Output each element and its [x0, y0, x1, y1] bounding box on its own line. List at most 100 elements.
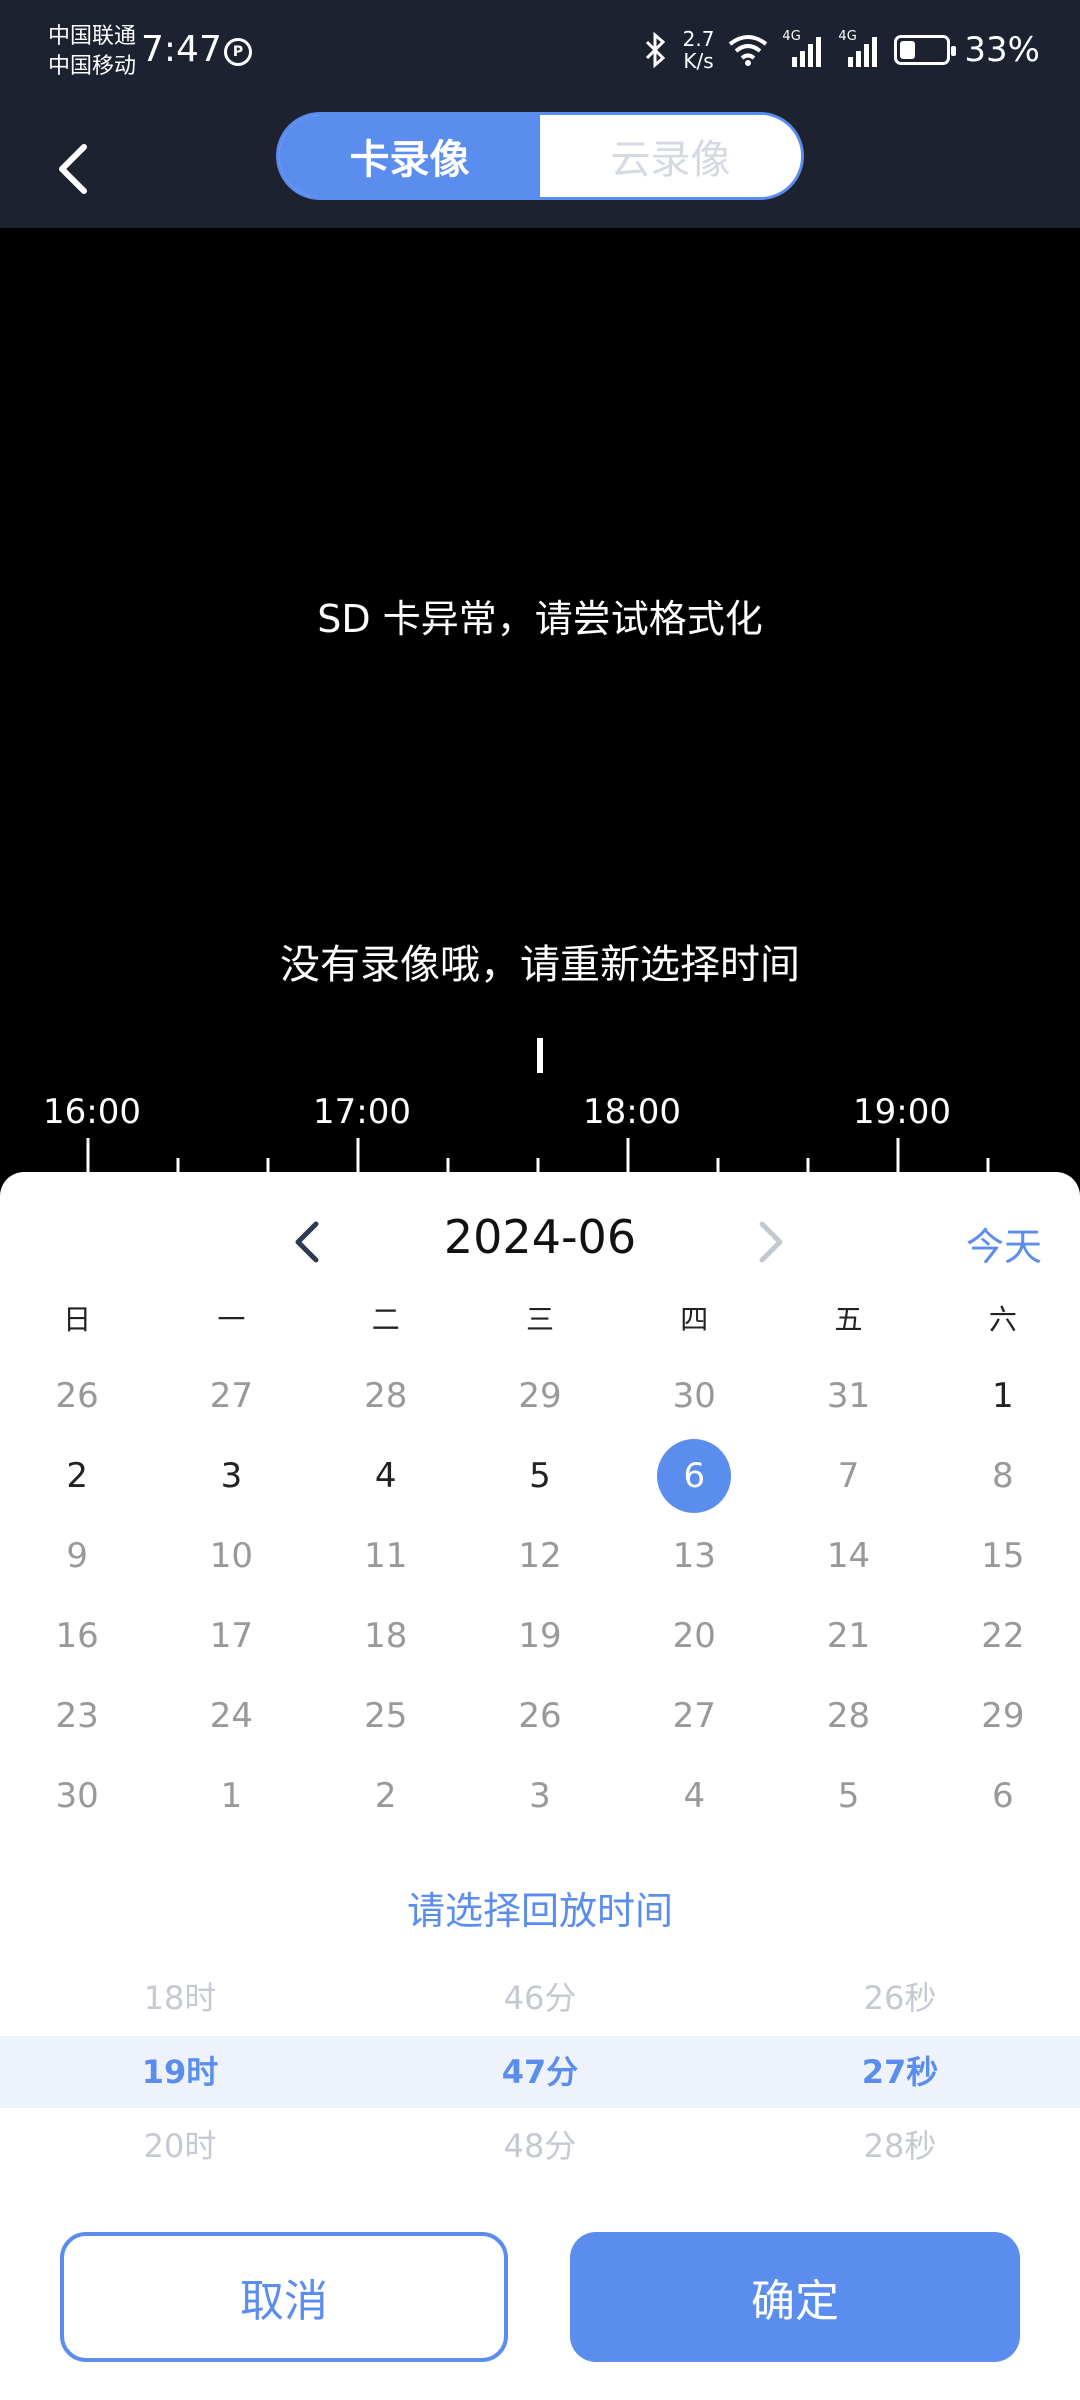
wifi-icon: [729, 35, 768, 66]
calendar-day[interactable]: 4: [309, 1436, 463, 1516]
calendar-day[interactable]: 3: [154, 1436, 308, 1516]
calendar-day[interactable]: 15: [926, 1516, 1080, 1596]
tab-cloud-recording[interactable]: 云录像: [540, 115, 801, 197]
calendar-day[interactable]: 6: [926, 1756, 1080, 1836]
bluetooth-icon: [645, 32, 665, 68]
calendar-day[interactable]: 1: [154, 1756, 308, 1836]
calendar-day[interactable]: 19: [463, 1596, 617, 1676]
network-speed: 2.7 K/s: [683, 28, 715, 72]
calendar-day[interactable]: 24: [154, 1676, 308, 1756]
calendar-day[interactable]: 4: [617, 1756, 771, 1836]
second-option[interactable]: 26秒: [720, 1962, 1080, 2034]
recording-source-tabs: 卡录像 云录像: [276, 112, 804, 200]
carrier-2: 中国移动: [48, 54, 137, 79]
weekday-label: 三: [525, 1303, 554, 1336]
calendar-day[interactable]: 5: [463, 1436, 617, 1516]
signal-1-type: 4G: [782, 29, 801, 44]
status-icons: 2.7 K/s 4G 4G 33%: [643, 28, 1040, 72]
calendar-day[interactable]: 11: [309, 1516, 463, 1596]
timeline-label: 18:00: [583, 1092, 681, 1132]
hour-option[interactable]: 18时: [0, 1962, 360, 2034]
calendar-day[interactable]: 7: [771, 1436, 925, 1516]
weekday-label: 日: [63, 1303, 92, 1336]
signal-2-type: 4G: [838, 29, 857, 44]
calendar-day[interactable]: 20: [617, 1596, 771, 1676]
calendar-day[interactable]: 31: [771, 1356, 925, 1436]
minute-option[interactable]: 48分: [360, 2110, 720, 2182]
no-recording-message: 没有录像哦，请重新选择时间: [280, 942, 800, 988]
time-wheel-selected-row: 19时 47分 27秒: [0, 2036, 1080, 2108]
minute-option[interactable]: 46分: [360, 1962, 720, 2034]
clock: 7:47: [141, 29, 222, 70]
back-button[interactable]: [40, 127, 120, 207]
calendar-day[interactable]: 8: [926, 1436, 1080, 1516]
calendar-day[interactable]: 9: [0, 1516, 154, 1596]
app-notification-icon: P: [224, 38, 252, 66]
calendar-day[interactable]: 16: [0, 1596, 154, 1676]
weekday-label: 六: [988, 1303, 1017, 1336]
calendar-day[interactable]: 29: [926, 1676, 1080, 1756]
battery-icon: [894, 35, 957, 65]
net-speed-unit: K/s: [683, 49, 714, 73]
calendar-day[interactable]: 30: [0, 1756, 154, 1836]
minute-selected[interactable]: 47分: [360, 2036, 720, 2108]
next-month-button[interactable]: [746, 1210, 796, 1274]
second-option[interactable]: 28秒: [720, 2110, 1080, 2182]
today-button[interactable]: 今天: [966, 1216, 1042, 1271]
battery-percent: 33%: [964, 30, 1040, 70]
hour-selected[interactable]: 19时: [0, 2036, 360, 2108]
time-wheel-prev-row: 18时 46分 26秒: [0, 1962, 1080, 2034]
calendar-day[interactable]: 12: [463, 1516, 617, 1596]
calendar-day[interactable]: 2: [0, 1436, 154, 1516]
timeline-label: 16:00: [43, 1092, 141, 1132]
calendar-days-grid: 26 27 28 29 30 31 1 2 3 4 5 6 7 8 9 10 11 12 13 14 15 16 17 18 1…: [0, 1356, 1080, 1836]
time-picker-title: 请选择回放时间: [406, 1889, 673, 1933]
video-player: SD 卡异常，请尝试格式化 没有录像哦，请重新选择时间 16:00 17:00 …: [0, 228, 1080, 1178]
tab-card-recording[interactable]: 卡录像: [279, 115, 540, 197]
calendar-day[interactable]: 21: [771, 1596, 925, 1676]
timeline-ruler[interactable]: 16:00 17:00 18:00 19:00: [0, 988, 1080, 1178]
chevron-left-icon: [59, 144, 87, 194]
calendar-day[interactable]: 27: [617, 1676, 771, 1756]
calendar-day[interactable]: 17: [154, 1596, 308, 1676]
calendar-day[interactable]: 29: [463, 1356, 617, 1436]
calendar-day[interactable]: 10: [154, 1516, 308, 1596]
calendar-day[interactable]: 13: [617, 1516, 771, 1596]
calendar-day[interactable]: 28: [309, 1356, 463, 1436]
calendar-day[interactable]: 25: [309, 1676, 463, 1756]
second-selected[interactable]: 27秒: [720, 2036, 1080, 2108]
weekday-label: 四: [680, 1303, 709, 1336]
weekday-label: 二: [371, 1303, 400, 1336]
calendar-day[interactable]: 18: [309, 1596, 463, 1676]
calendar-day[interactable]: 28: [771, 1676, 925, 1756]
chevron-right-icon: [759, 1221, 783, 1263]
timeline-label: 17:00: [313, 1092, 411, 1132]
weekday-label: 五: [834, 1303, 863, 1336]
calendar-day[interactable]: 14: [771, 1516, 925, 1596]
signal-icon-1: 4G: [782, 29, 824, 67]
calendar-day-selected[interactable]: 6: [617, 1436, 771, 1516]
calendar-day[interactable]: 3: [463, 1756, 617, 1836]
date-picker-sheet: 2024-06 今天 日 一 二 三 四 五 六 26 27 28 29 30 31 1 2 3…: [0, 1172, 1080, 2400]
timeline-svg: 16:00 17:00 18:00 19:00: [43, 988, 990, 1173]
sd-card-error-message: SD 卡异常，请尝试格式化: [317, 597, 763, 641]
net-speed-value: 2.7: [682, 27, 715, 51]
calendar-day[interactable]: 2: [309, 1756, 463, 1836]
calendar-day[interactable]: 1: [926, 1356, 1080, 1436]
calendar-day[interactable]: 26: [463, 1676, 617, 1756]
calendar-day[interactable]: 5: [771, 1756, 925, 1836]
weekday-header: 日 一 二 三 四 五 六: [0, 1298, 1080, 1348]
calendar-day[interactable]: 26: [0, 1356, 154, 1436]
weekday-label: 一: [217, 1303, 246, 1336]
calendar-day[interactable]: 30: [617, 1356, 771, 1436]
calendar-day[interactable]: 27: [154, 1356, 308, 1436]
confirm-button[interactable]: 确定: [570, 2232, 1020, 2362]
hour-option[interactable]: 20时: [0, 2110, 360, 2182]
time-wheel-next-row: 20时 48分 28秒: [0, 2110, 1080, 2182]
calendar-day[interactable]: 23: [0, 1676, 154, 1756]
calendar-header: 2024-06 今天: [0, 1202, 1080, 1282]
carrier-1: 中国联通: [48, 24, 137, 49]
cancel-button[interactable]: 取消: [60, 2232, 508, 2362]
battery-fill: [900, 41, 916, 59]
calendar-day[interactable]: 22: [926, 1596, 1080, 1676]
